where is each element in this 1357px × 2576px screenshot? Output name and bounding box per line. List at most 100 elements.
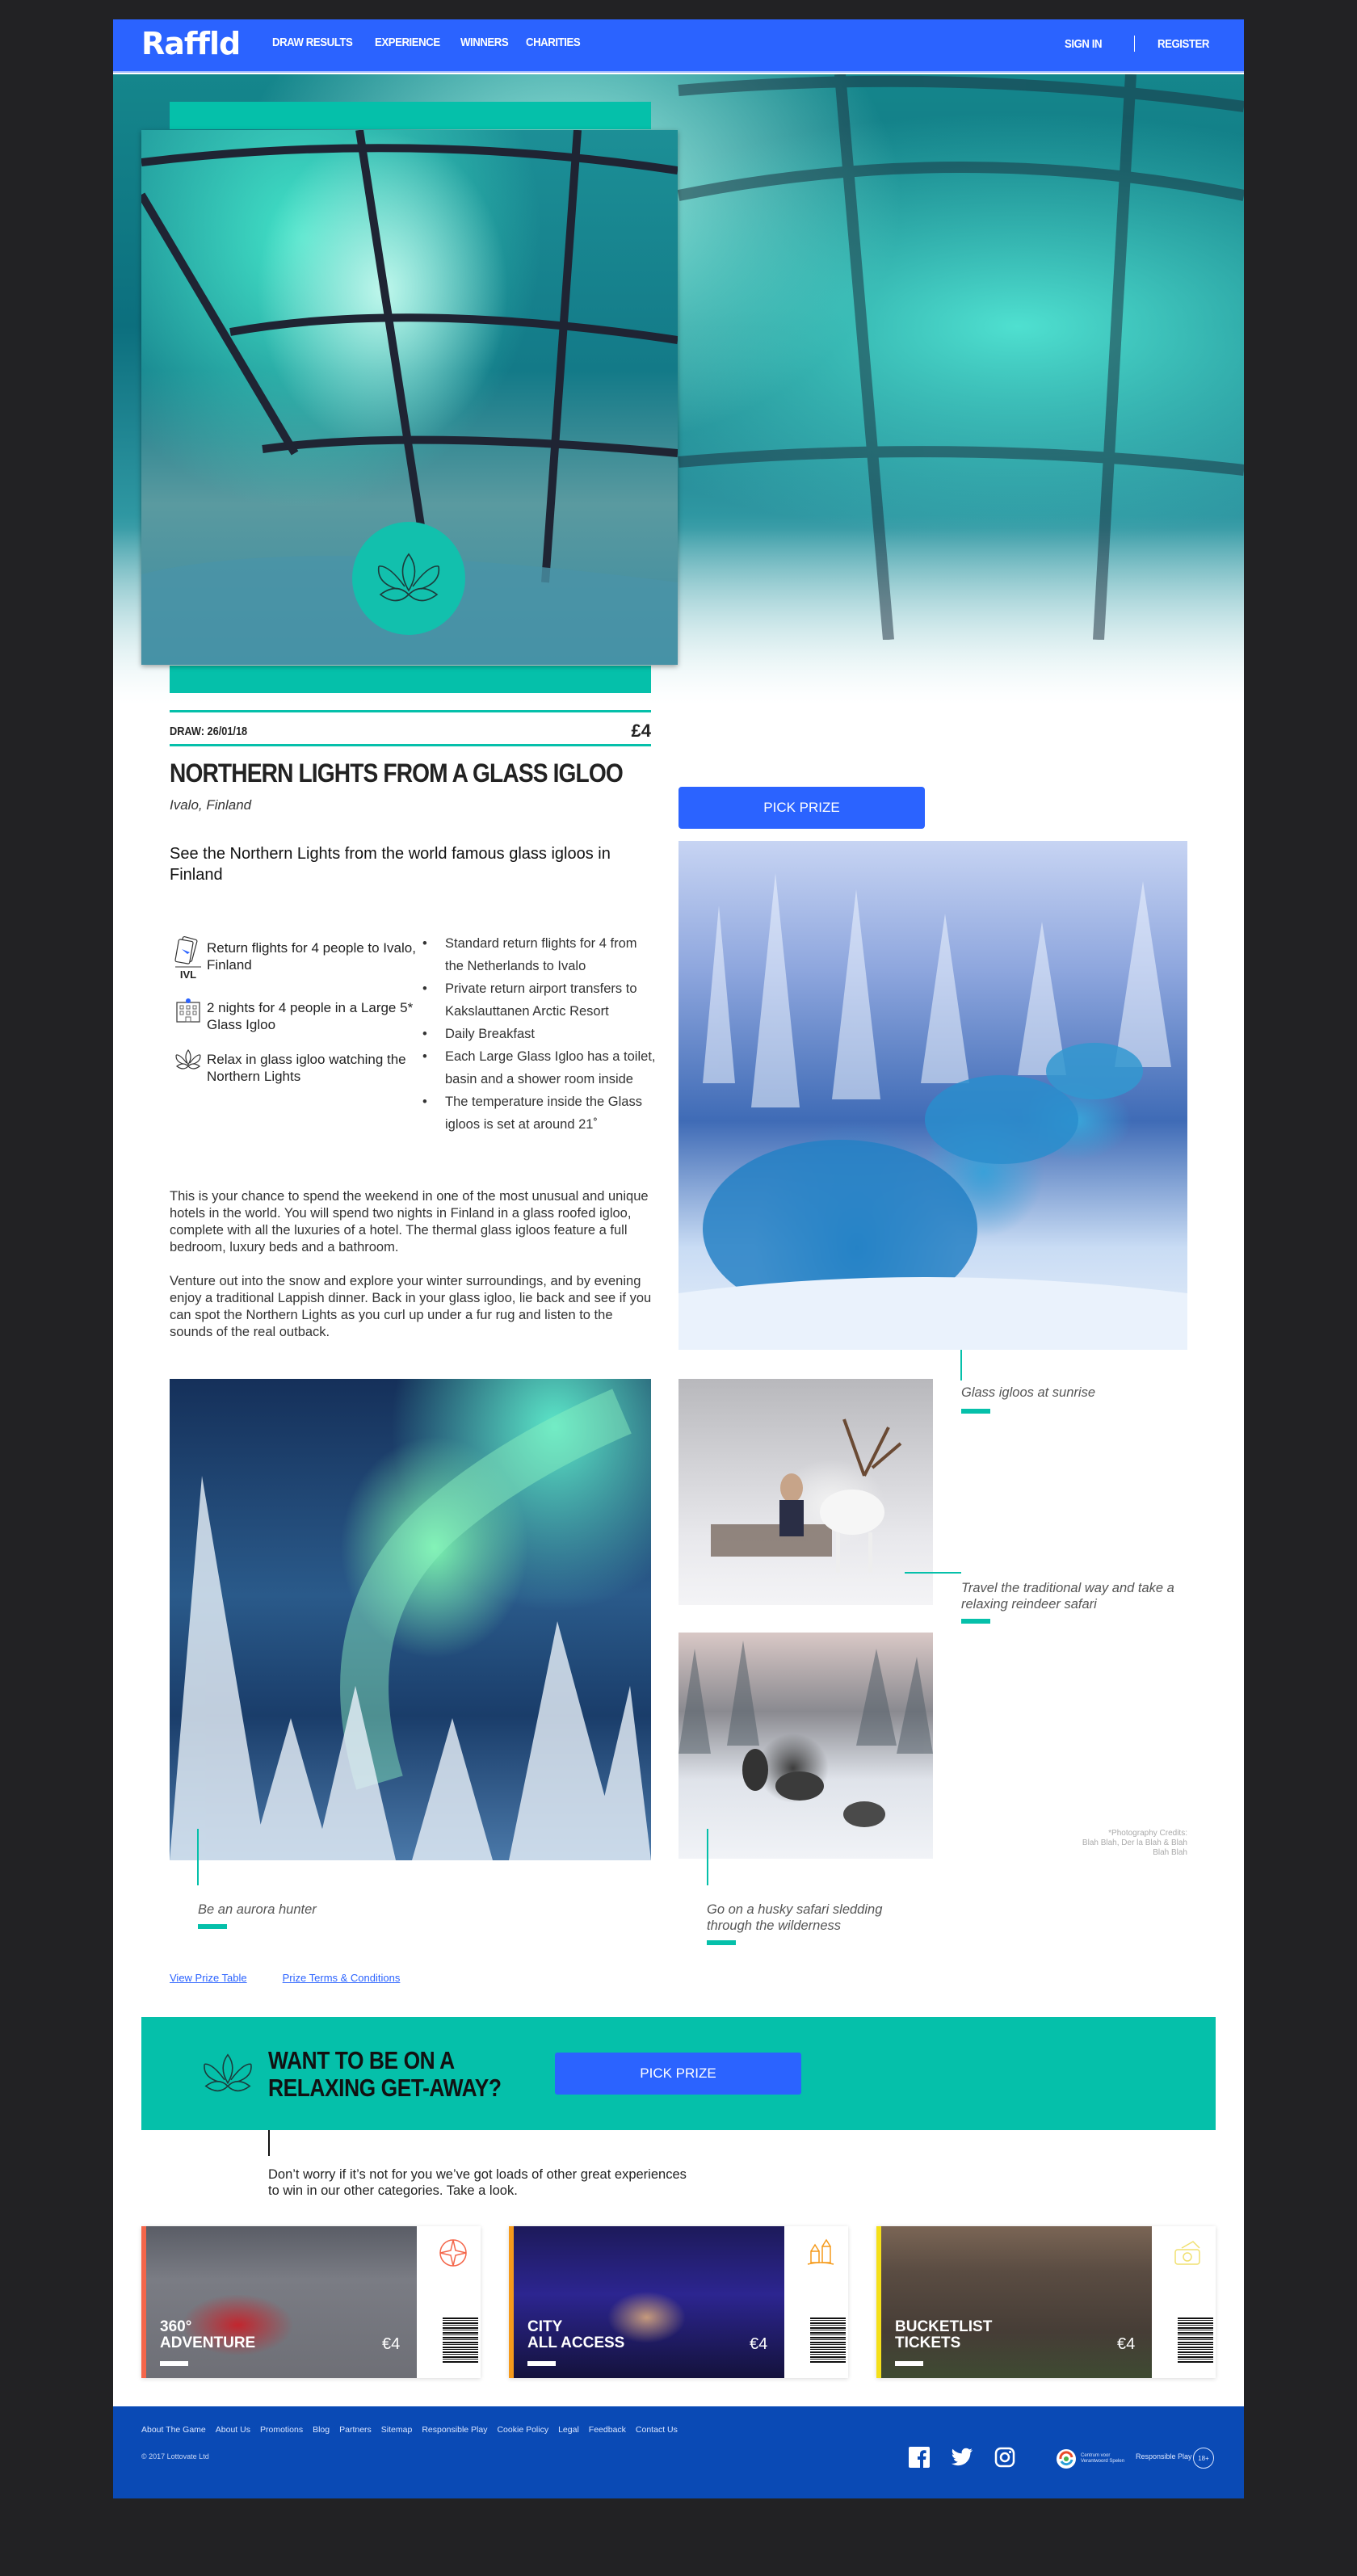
nav-draw-results[interactable]: DRAW RESULTS <box>272 36 353 49</box>
caption-husky: Go on a husky safari sledding through th… <box>707 1902 883 1933</box>
cta-note: Don’t worry if it’s not for you we’ve go… <box>268 2167 687 2198</box>
top-nav-bar: Raffld DRAW RESULTS EXPERIENCE WINNERS C… <box>113 19 1244 73</box>
nav-experience[interactable]: EXPERIENCE <box>375 36 440 49</box>
inclusion-item: Each Large Glass Igloo has a toilet, bas… <box>422 1045 657 1090</box>
photography-credits: *Photography Credits: Blah Blah, Der la … <box>1082 1829 1187 1857</box>
ticket-360-adventure[interactable]: 360° ADVENTURE €4 <box>141 2226 481 2378</box>
footer-link-sitemap[interactable]: Sitemap <box>381 2425 413 2435</box>
compass-icon <box>439 2239 467 2267</box>
caption-connector <box>197 1829 199 1885</box>
ticket-price: €4 <box>382 2335 401 2353</box>
feature-text: Relax in glass igloo watching the Northe… <box>207 1052 406 1084</box>
footer-link-about-the-game[interactable]: About The Game <box>141 2425 206 2435</box>
inclusion-item: Daily Breakfast <box>422 1023 657 1045</box>
lotus-icon <box>377 553 440 602</box>
plane-ticket-icon: IVL <box>170 936 207 981</box>
barcode <box>810 2318 846 2364</box>
footer-link-partners[interactable]: Partners <box>339 2425 372 2435</box>
raffld-logo[interactable]: Raffld <box>141 26 241 61</box>
footer-link-about-us[interactable]: About Us <box>216 2425 250 2435</box>
cvs-logo[interactable]: Centrum voor Verantwoord Spelen <box>1056 2448 1124 2469</box>
instagram-icon[interactable] <box>994 2447 1015 2468</box>
main-nav: DRAW RESULTS EXPERIENCE WINNERS CHARITIE… <box>272 36 587 49</box>
auth-divider <box>1134 36 1136 52</box>
footer-link-feedback[interactable]: Feedback <box>589 2425 626 2435</box>
caption-connector <box>960 1350 962 1380</box>
ticket-underline <box>895 2361 923 2366</box>
ticket-city-all-access[interactable]: CITY ALL ACCESS €4 <box>509 2226 848 2378</box>
caption-connector <box>905 1572 961 1574</box>
sign-in-link[interactable]: SIGN IN <box>1065 37 1103 51</box>
tickets-icon <box>1174 2241 1200 2265</box>
caption-accent <box>198 1924 227 1929</box>
photo-glass-igloos <box>678 841 1187 1350</box>
prize-location: Ivalo, Finland <box>170 797 252 813</box>
ticket-image <box>141 2226 417 2378</box>
register-link[interactable]: REGISTER <box>1157 37 1209 51</box>
prize-features: IVL Return flights for 4 people to Ivalo… <box>170 936 420 1099</box>
cta-heading: WANT TO BE ON A RELAXING GET-AWAY? <box>268 2046 502 2102</box>
hotel-icon <box>170 996 207 1023</box>
hero-accent-bar-top <box>170 102 651 129</box>
hero-prize-image <box>141 130 678 665</box>
ticket-image <box>876 2226 1152 2378</box>
cta-banner: WANT TO BE ON A RELAXING GET-AWAY? PICK … <box>141 2017 1216 2130</box>
nav-winners[interactable]: WINNERS <box>460 36 509 49</box>
photo-aurora <box>170 1379 651 1860</box>
photo-husky-sledding <box>678 1633 933 1859</box>
ticket-accent-stripe <box>509 2226 514 2378</box>
ticket-accent-stripe <box>876 2226 881 2378</box>
footer-link-legal[interactable]: Legal <box>558 2425 579 2435</box>
feature-item: 2 nights for 4 people in a Large 5* Glas… <box>170 996 420 1033</box>
copyright: © 2017 Lottovate Ltd <box>141 2452 209 2460</box>
age-18-badge: 18+ <box>1193 2448 1214 2469</box>
description-paragraph: This is your chance to spend the weekend… <box>170 1189 649 1254</box>
page: Raffld DRAW RESULTS EXPERIENCE WINNERS C… <box>113 19 1244 2498</box>
ticket-name: 360° ADVENTURE <box>160 2318 256 2351</box>
caption-igloos: Glass igloos at sunrise <box>961 1385 1095 1400</box>
caption-connector <box>707 1829 708 1885</box>
lotus-icon <box>170 1048 207 1072</box>
pick-prize-button[interactable]: PICK PRIZE <box>678 787 925 829</box>
footer-links: About The Game About Us Promotions Blog … <box>141 2425 678 2435</box>
footer-link-responsible-play[interactable]: Responsible Play <box>422 2425 487 2435</box>
caption-reindeer: Travel the traditional way and take a re… <box>961 1581 1174 1612</box>
feature-text: Return flights for 4 people to Ivalo, Fi… <box>207 940 416 973</box>
footer: About The Game About Us Promotions Blog … <box>113 2406 1244 2498</box>
ticket-price: €4 <box>750 2335 768 2353</box>
footer-link-promotions[interactable]: Promotions <box>260 2425 303 2435</box>
feature-text: 2 nights for 4 people in a Large 5* Glas… <box>207 1000 414 1032</box>
feature-item: Relax in glass igloo watching the Northe… <box>170 1048 420 1085</box>
cta-pick-prize-button[interactable]: PICK PRIZE <box>555 2053 801 2095</box>
photo-reindeer-safari <box>678 1379 933 1605</box>
caption-accent <box>961 1619 990 1624</box>
prize-terms-link[interactable]: Prize Terms & Conditions <box>283 1972 401 1984</box>
prize-description: This is your chance to spend the weekend… <box>170 1188 654 1358</box>
hero-accent-bar-bottom <box>170 666 651 693</box>
ticket-bucketlist-tickets[interactable]: BUCKETLIST TICKETS €4 <box>876 2226 1216 2378</box>
ticket-name: CITY ALL ACCESS <box>527 2318 625 2351</box>
draw-date: DRAW: 26/01/18 <box>170 725 248 738</box>
footer-link-contact-us[interactable]: Contact Us <box>636 2425 678 2435</box>
prize-links: View Prize Table Prize Terms & Condition… <box>170 1972 400 1984</box>
footer-link-cookie-policy[interactable]: Cookie Policy <box>497 2425 548 2435</box>
inclusion-item: Standard return flights for 4 from the N… <box>422 932 657 977</box>
facebook-icon[interactable] <box>909 2447 930 2468</box>
view-prize-table-link[interactable]: View Prize Table <box>170 1972 247 1984</box>
auth-links: SIGN IN REGISTER <box>1065 36 1216 52</box>
responsible-play-label[interactable]: Responsible Play <box>1136 2452 1192 2460</box>
inclusion-item: The temperature inside the Glass igloos … <box>422 1090 657 1136</box>
ticket-name: BUCKETLIST TICKETS <box>895 2318 993 2351</box>
cvs-logo-icon <box>1057 2449 1076 2469</box>
footer-link-blog[interactable]: Blog <box>313 2425 330 2435</box>
prize-title: NORTHERN LIGHTS FROM A GLASS IGLOO <box>170 759 624 788</box>
caption-aurora: Be an aurora hunter <box>198 1902 317 1917</box>
draw-info-row: DRAW: 26/01/18 £4 <box>170 710 651 746</box>
barcode <box>443 2318 478 2364</box>
draw-divider <box>170 744 651 746</box>
description-paragraph: Venture out into the snow and explore yo… <box>170 1274 652 1339</box>
nav-charities[interactable]: CHARITIES <box>526 36 581 49</box>
lotus-icon <box>204 2053 252 2092</box>
twitter-icon[interactable] <box>951 2448 973 2467</box>
hero-lotus-badge <box>352 522 465 635</box>
